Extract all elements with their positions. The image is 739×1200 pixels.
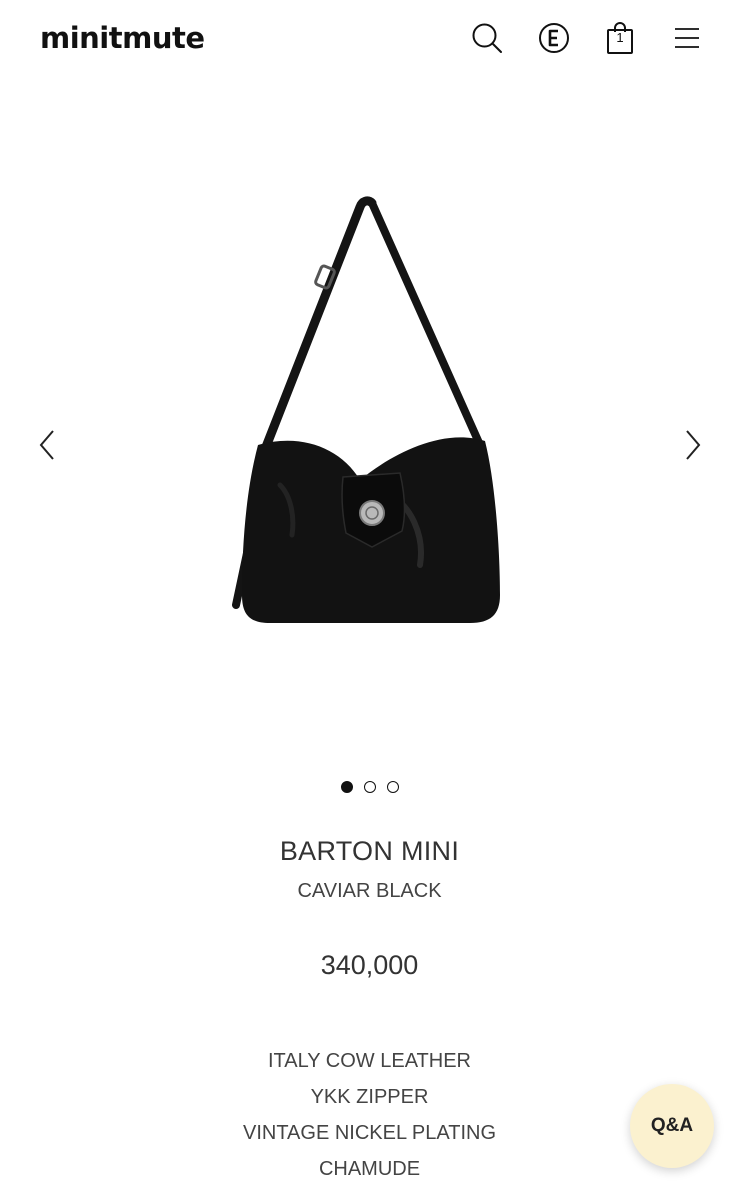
chevron-right-icon[interactable] <box>678 425 708 465</box>
feature-item: ITALY COW LEATHER <box>268 1050 471 1072</box>
cart-count-badge: 1 <box>616 30 624 45</box>
carousel-pagination <box>0 781 739 793</box>
product-price: 340,000 <box>320 950 419 980</box>
product-color: CAVIAR BLACK <box>297 880 442 902</box>
product-name: BARTON MINI <box>279 836 460 866</box>
shopping-bag-icon[interactable]: 1 <box>602 20 638 56</box>
brand-logo[interactable]: minitmute <box>40 18 205 58</box>
product-image-carousel[interactable] <box>0 120 739 770</box>
chevron-left-icon[interactable] <box>32 425 62 465</box>
feature-item: CHAMUDE <box>318 1158 421 1180</box>
hamburger-menu-icon[interactable] <box>669 20 705 56</box>
qa-button[interactable]: Q&A <box>630 1084 714 1168</box>
carousel-dot-3[interactable] <box>386 781 399 793</box>
product-features-list: ITALY COW LEATHER YKK ZIPPER VINTAGE NIC… <box>0 1043 739 1187</box>
feature-item: YKK ZIPPER <box>310 1086 429 1108</box>
search-icon[interactable] <box>469 20 505 56</box>
feature-item: VINTAGE NICKEL PLATING <box>242 1122 497 1144</box>
carousel-dot-1[interactable] <box>340 781 353 793</box>
carousel-dot-2[interactable] <box>363 781 376 793</box>
site-header: minitmute 1 <box>0 0 739 78</box>
coupon-e-icon[interactable] <box>536 20 572 56</box>
product-image <box>232 196 500 623</box>
